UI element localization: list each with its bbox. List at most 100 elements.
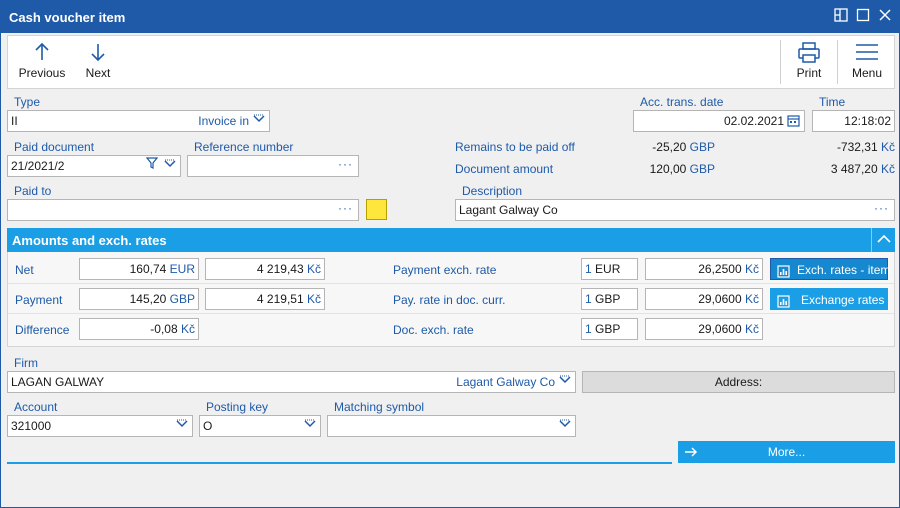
payment-rate: 26,2500 Kč bbox=[698, 259, 759, 279]
window: Cash voucher item Previous Next Print Me… bbox=[0, 0, 900, 508]
chevron-down-icon[interactable] bbox=[164, 156, 176, 176]
dock-icon[interactable] bbox=[831, 7, 851, 27]
chevron-down-icon[interactable] bbox=[559, 416, 571, 436]
remains-foreign: -25,20 GBP bbox=[601, 140, 715, 154]
type-label: Type bbox=[14, 95, 41, 109]
address-button[interactable]: Address: bbox=[582, 371, 895, 393]
exch-rates-item-button[interactable]: Exch. rates - item bbox=[770, 258, 891, 280]
bottom-divider bbox=[7, 462, 672, 464]
payment-rate-currency-code: EUR bbox=[595, 262, 621, 276]
filter-icon[interactable] bbox=[145, 156, 159, 176]
next-button[interactable]: Next bbox=[76, 36, 120, 88]
matching-symbol-label: Matching symbol bbox=[334, 400, 425, 414]
chevron-down-icon[interactable] bbox=[559, 372, 571, 392]
more-label: More... bbox=[767, 445, 806, 459]
row-divider bbox=[8, 313, 894, 314]
next-label: Next bbox=[85, 66, 111, 80]
print-button[interactable]: Print bbox=[786, 36, 832, 88]
net-foreign-value: 160,74 bbox=[129, 262, 167, 276]
ellipsis-icon[interactable]: ··· bbox=[874, 200, 889, 218]
net-local-input[interactable]: 4 219,43 Kč bbox=[205, 258, 325, 280]
matching-symbol-select[interactable] bbox=[327, 415, 576, 437]
doc-rate-input[interactable]: 29,0600 Kč bbox=[645, 318, 763, 340]
paid-document-label: Paid document bbox=[14, 140, 95, 154]
remains-foreign-currency: GBP bbox=[689, 140, 715, 154]
document-amount-foreign: 120,00 GBP bbox=[601, 162, 715, 176]
firm-selected-value: Lagant Galway Co bbox=[456, 375, 555, 389]
acc-date-input[interactable]: 02.02.2021 bbox=[633, 110, 805, 132]
description-value: Lagant Galway Co bbox=[459, 203, 558, 217]
pay-doc-rate-currency-input[interactable]: 1 GBP bbox=[581, 288, 638, 310]
ellipsis-icon[interactable]: ··· bbox=[338, 156, 353, 174]
reference-number-input[interactable]: ··· bbox=[187, 155, 359, 177]
payment-rate-label: Payment exch. rate bbox=[393, 263, 497, 277]
chevron-up-icon[interactable] bbox=[871, 228, 895, 252]
close-icon[interactable] bbox=[875, 7, 895, 27]
posting-key-select[interactable]: O bbox=[199, 415, 321, 437]
chevron-down-icon[interactable] bbox=[304, 416, 316, 436]
previous-label: Previous bbox=[18, 66, 66, 80]
time-input[interactable]: 12:18:02 bbox=[812, 110, 895, 132]
menu-button[interactable]: Menu bbox=[842, 36, 892, 88]
description-input[interactable]: Lagant Galway Co ··· bbox=[455, 199, 895, 221]
payment-label: Payment bbox=[15, 293, 63, 307]
amounts-section-header[interactable]: Amounts and exch. rates bbox=[7, 228, 895, 252]
exch-rates-item-label: Exch. rates - item bbox=[797, 263, 891, 277]
firm-label: Firm bbox=[14, 356, 38, 370]
payment-foreign-input[interactable]: 145,20 GBP bbox=[79, 288, 199, 310]
pay-doc-rate-currency: 1 GBP bbox=[585, 289, 620, 309]
acc-date-label: Acc. trans. date bbox=[640, 95, 724, 109]
bar-chart-icon bbox=[777, 263, 790, 285]
pay-doc-rate-value-currency: Kč bbox=[744, 292, 759, 306]
chevron-down-icon[interactable] bbox=[176, 416, 188, 436]
difference-currency: Kč bbox=[180, 322, 195, 336]
more-button[interactable]: More... bbox=[678, 441, 895, 463]
difference-input[interactable]: -0,08 Kč bbox=[79, 318, 199, 340]
account-value: 321000 bbox=[11, 419, 52, 433]
payment-rate-currency: 1 EUR bbox=[585, 259, 620, 279]
firm-select[interactable]: LAGAN GALWAY Lagant Galway Co bbox=[7, 371, 576, 393]
payment-rate-input[interactable]: 26,2500 Kč bbox=[645, 258, 763, 280]
toolbar: Previous Next Print Menu bbox=[7, 35, 895, 89]
payment-local-input[interactable]: 4 219,51 Kč bbox=[205, 288, 325, 310]
paid-to-label: Paid to bbox=[14, 184, 52, 198]
difference-value: -0,08 bbox=[150, 322, 178, 336]
previous-button[interactable]: Previous bbox=[16, 36, 68, 88]
document-amount-foreign-currency: GBP bbox=[689, 162, 715, 176]
payment-rate-currency-input[interactable]: 1 EUR bbox=[581, 258, 638, 280]
menu-label: Menu bbox=[851, 66, 883, 80]
description-label: Description bbox=[462, 184, 523, 198]
remains-local: -732,31 Kč bbox=[761, 140, 895, 154]
payment-rate-value: 26,2500 bbox=[698, 262, 742, 276]
pay-doc-rate-input[interactable]: 29,0600 Kč bbox=[645, 288, 763, 310]
posting-key-value: O bbox=[203, 419, 213, 433]
net-foreign-input[interactable]: 160,74 EUR bbox=[79, 258, 199, 280]
type-select[interactable]: II Invoice in bbox=[7, 110, 270, 132]
chevron-down-icon[interactable] bbox=[253, 111, 265, 131]
paid-document-select[interactable]: 21/2021/2 bbox=[7, 155, 181, 177]
payment-local-value: 4 219,51 bbox=[256, 292, 304, 306]
difference-label: Difference bbox=[15, 323, 70, 337]
payment-foreign-currency: GBP bbox=[169, 292, 195, 306]
payment-local: 4 219,51 Kč bbox=[257, 289, 321, 309]
firm-code: LAGAN GALWAY bbox=[11, 375, 105, 389]
title-bar: Cash voucher item bbox=[1, 1, 899, 33]
remains-label: Remains to be paid off bbox=[455, 140, 575, 154]
pay-doc-rate: 29,0600 Kč bbox=[698, 289, 759, 309]
net-foreign-currency: EUR bbox=[169, 262, 195, 276]
exchange-rates-button[interactable]: Exchange rates bbox=[770, 288, 888, 310]
account-select[interactable]: 321000 bbox=[7, 415, 193, 437]
doc-rate: 29,0600 Kč bbox=[698, 319, 759, 339]
document-amount-label: Document amount bbox=[455, 162, 554, 176]
color-swatch[interactable] bbox=[366, 199, 387, 220]
doc-rate-currency-code: GBP bbox=[595, 322, 621, 336]
calendar-icon[interactable] bbox=[787, 114, 800, 131]
ellipsis-icon[interactable]: ··· bbox=[338, 200, 353, 218]
exchange-rates-label: Exchange rates bbox=[801, 293, 885, 307]
paid-to-input[interactable]: ··· bbox=[7, 199, 359, 221]
maximize-icon[interactable] bbox=[853, 7, 873, 27]
doc-rate-currency-input[interactable]: 1 GBP bbox=[581, 318, 638, 340]
time-label: Time bbox=[819, 95, 846, 109]
document-amount-foreign-value: 120,00 bbox=[649, 162, 687, 176]
doc-rate-quantity: 1 bbox=[585, 322, 592, 336]
